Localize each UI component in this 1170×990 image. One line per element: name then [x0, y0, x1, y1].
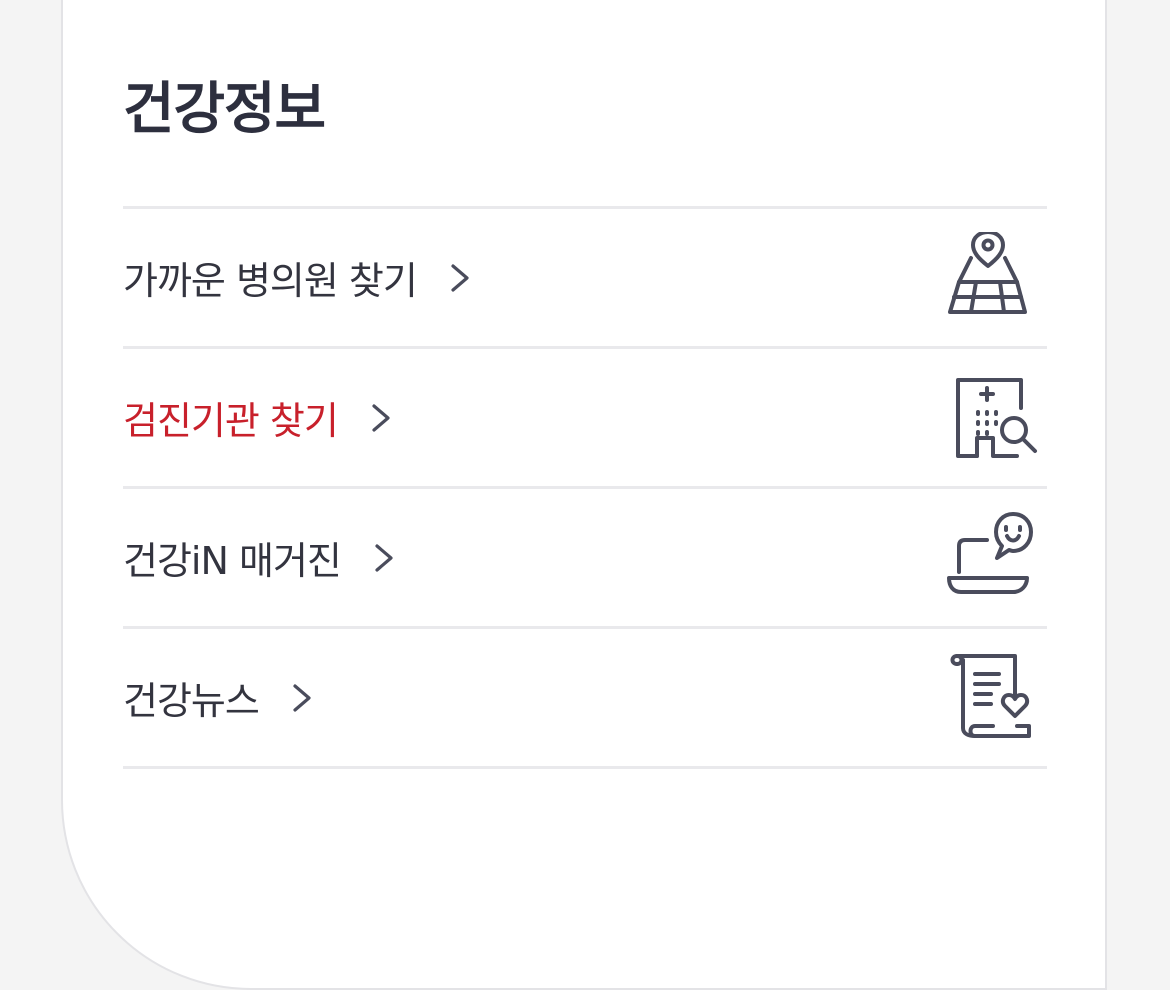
menu-item-label: 건강뉴스 — [123, 679, 260, 723]
chevron-right-icon — [447, 262, 475, 294]
hospital-search-icon — [947, 372, 1047, 464]
menu-item-label: 건강iN 매거진 — [123, 539, 342, 583]
menu-item-health-news[interactable]: 건강뉴스 — [123, 629, 1047, 769]
menu-item-nearby-hospital[interactable]: 가까운 병의원 찾기 — [123, 209, 1047, 349]
menu-item-label: 가까운 병의원 찾기 — [123, 259, 418, 303]
news-scroll-heart-icon — [947, 652, 1047, 744]
menu-item-checkup-center[interactable]: 검진기관 찾기 — [123, 349, 1047, 489]
chevron-right-icon — [289, 682, 317, 714]
laptop-chat-icon — [947, 511, 1047, 604]
chevron-right-icon — [371, 542, 399, 574]
menu-item-health-magazine[interactable]: 건강iN 매거진 — [123, 489, 1047, 629]
map-pin-icon — [947, 231, 1047, 324]
section-title: 건강정보 — [123, 77, 326, 142]
menu-item-label: 검진기관 찾기 — [123, 399, 339, 443]
chevron-right-icon — [368, 402, 396, 434]
health-info-menu: 가까운 병의원 찾기 검진기관 찾기 건강iN 매거진 건강뉴스 — [123, 206, 1047, 769]
